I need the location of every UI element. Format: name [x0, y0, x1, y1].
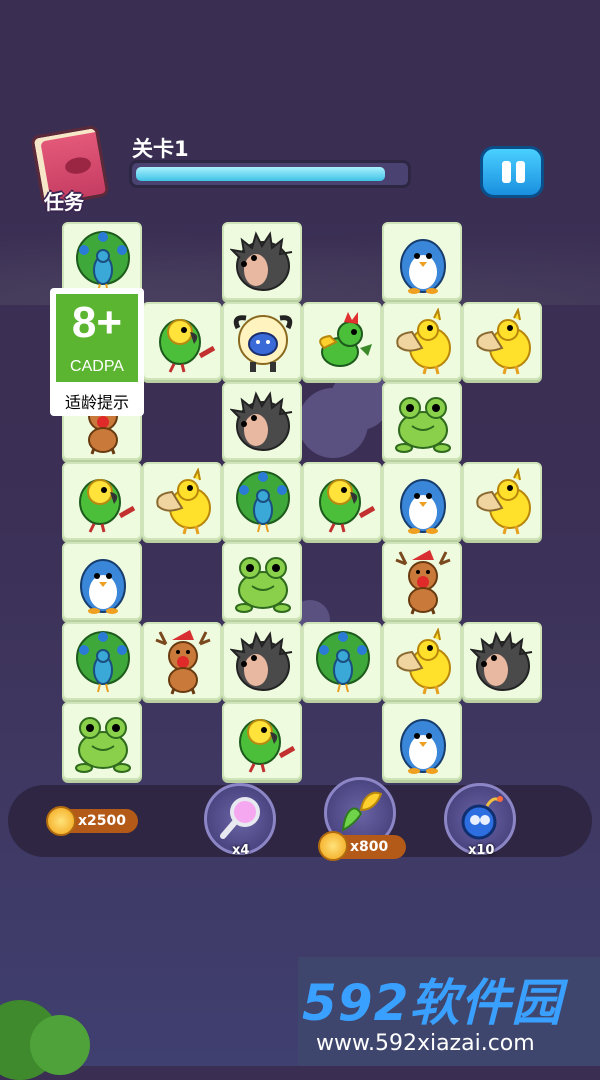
- tile-peacock[interactable]: [222, 462, 302, 540]
- penguin-icon: [400, 479, 446, 534]
- tool-bar: x2500 x4 x800 x10: [8, 777, 592, 861]
- tile-pelican[interactable]: [462, 462, 542, 540]
- tile-sheep[interactable]: [222, 302, 302, 380]
- age-rating-panel: 8+ CADPA: [56, 294, 138, 382]
- level-progress-bar: [129, 160, 411, 188]
- tile-hedgehog[interactable]: [222, 222, 302, 300]
- penguin-icon: [80, 559, 126, 614]
- tile-pelican[interactable]: [142, 462, 222, 540]
- tile-pelican[interactable]: [462, 302, 542, 380]
- task-label: 任务: [44, 190, 84, 214]
- tile-rooster[interactable]: [302, 302, 382, 380]
- sheep-icon: [233, 315, 293, 372]
- tile-pelican[interactable]: [382, 302, 462, 380]
- pause-icon: [516, 161, 525, 183]
- deer-icon: [395, 550, 451, 615]
- hedgehog-icon: [230, 231, 293, 291]
- tile-parrot[interactable]: [62, 462, 142, 540]
- tile-hedgehog[interactable]: [222, 622, 302, 700]
- pelican-icon: [156, 468, 211, 535]
- watermark-brand: 592软件园: [302, 974, 563, 1032]
- coin-balance-value: x2500: [78, 813, 126, 829]
- age-rating-note: 适龄提示: [64, 393, 129, 412]
- tile-deer[interactable]: [382, 542, 462, 620]
- penguin-icon: [400, 719, 446, 774]
- peacock-icon: [236, 471, 290, 533]
- age-rating-age: 8+: [71, 298, 123, 347]
- age-rating-org: CADPA: [70, 358, 124, 375]
- tile-parrot[interactable]: [302, 462, 382, 540]
- pelican-icon: [476, 308, 531, 375]
- pelican-icon: [476, 468, 531, 535]
- tile-penguin[interactable]: [382, 222, 462, 300]
- tile-hedgehog[interactable]: [462, 622, 542, 700]
- bush-decoration: [30, 1015, 90, 1075]
- frog-icon: [75, 717, 131, 773]
- pause-button[interactable]: [480, 146, 544, 198]
- parrot-icon: [239, 719, 296, 773]
- level-label: 关卡1: [132, 137, 189, 161]
- coin-icon: [46, 806, 76, 836]
- parrot-icon: [79, 479, 136, 533]
- bomb-count: x10: [468, 843, 495, 858]
- tile-frog[interactable]: [62, 702, 142, 780]
- tile-peacock[interactable]: [302, 622, 382, 700]
- tile-frog[interactable]: [382, 382, 462, 460]
- hedgehog-icon: [470, 631, 533, 691]
- deer-icon: [155, 630, 211, 695]
- parrot-icon: [159, 319, 216, 373]
- tile-parrot[interactable]: [142, 302, 222, 380]
- site-watermark: 592软件园 www.592xiazai.com: [298, 957, 600, 1066]
- hint-count: x4: [232, 843, 250, 858]
- peacock-icon: [76, 231, 130, 293]
- tile-peacock[interactable]: [62, 622, 142, 700]
- hedgehog-icon: [230, 391, 293, 451]
- frog-icon: [235, 557, 291, 613]
- tile-pelican[interactable]: [382, 622, 462, 700]
- tile-penguin[interactable]: [382, 462, 462, 540]
- task-button[interactable]: 任务: [26, 124, 110, 214]
- tile-penguin[interactable]: [62, 542, 142, 620]
- tile-penguin[interactable]: [382, 702, 462, 780]
- tile-frog[interactable]: [222, 542, 302, 620]
- hedgehog-icon: [230, 631, 293, 691]
- peacock-icon: [76, 631, 130, 693]
- shuffle-cost-value: x800: [350, 839, 389, 855]
- tile-deer[interactable]: [142, 622, 222, 700]
- pelican-icon: [396, 308, 451, 375]
- rooster-icon: [319, 312, 372, 367]
- peacock-icon: [316, 631, 370, 693]
- tile-hedgehog[interactable]: [222, 382, 302, 460]
- watermark-url: www.592xiazai.com: [316, 1031, 535, 1056]
- parrot-icon: [319, 479, 376, 533]
- age-rating-badge: 8+ CADPA 适龄提示: [50, 288, 144, 416]
- pelican-icon: [396, 628, 451, 695]
- pause-icon: [502, 161, 511, 183]
- tile-parrot[interactable]: [222, 702, 302, 780]
- coin-icon: [318, 831, 348, 861]
- penguin-icon: [400, 239, 446, 294]
- level-progress-fill: [136, 167, 386, 181]
- frog-icon: [395, 397, 451, 453]
